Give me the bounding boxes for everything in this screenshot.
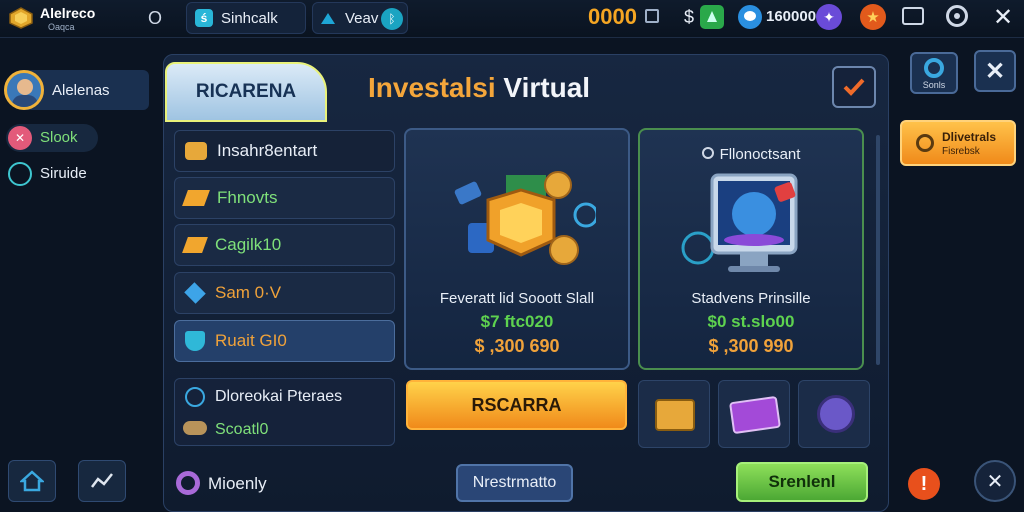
mode-icon bbox=[176, 471, 200, 495]
item-ticket-button[interactable] bbox=[718, 380, 790, 448]
ring-icon bbox=[924, 58, 944, 78]
ticket-icon bbox=[729, 395, 781, 435]
orb-icon bbox=[817, 395, 855, 433]
list-item-1[interactable]: Insahr8entart bbox=[174, 130, 395, 172]
chart-button[interactable] bbox=[78, 460, 126, 502]
right-button-1[interactable]: Sonls bbox=[910, 52, 958, 94]
list-bottom-1[interactable]: Dloreokai Pteraes bbox=[215, 388, 342, 406]
tab-sinhcalk[interactable]: ś Sinhcalk bbox=[186, 2, 306, 34]
alert-button[interactable]: ! bbox=[908, 468, 940, 500]
gold-bar-icon bbox=[182, 190, 210, 206]
chest-icon bbox=[655, 399, 695, 431]
shop-icon[interactable] bbox=[645, 9, 659, 23]
list-bottom-2[interactable]: Scoatl0 bbox=[215, 421, 268, 439]
list-item-2-label: Fhnovts bbox=[217, 188, 278, 207]
search-icon bbox=[701, 147, 714, 159]
investment-card-1[interactable]: Feveratt lid Sooott Slall $7 ftc020 $ ,3… bbox=[404, 128, 630, 370]
card-2-header: Fllonoctsant bbox=[640, 146, 862, 163]
card-2-green-price: $0 st.slo00 bbox=[707, 312, 795, 331]
chat-icon[interactable] bbox=[738, 5, 762, 29]
sidebar-user[interactable]: Alelenas bbox=[4, 70, 149, 110]
tab-ricarena-label: RICARENA bbox=[195, 81, 297, 102]
panel-title-part2: Virtual bbox=[503, 72, 591, 103]
gem-icon: ✦ bbox=[816, 4, 842, 30]
panel-title-part1: Investalsi bbox=[368, 72, 496, 103]
currency-value: 0000 bbox=[588, 4, 637, 29]
monitor-icon bbox=[678, 170, 828, 285]
orange-promo-title: Dlivetrals bbox=[942, 130, 997, 144]
sidebar-item-siruide[interactable]: Siruide bbox=[6, 160, 116, 188]
sidebar-item-siruide-label: Siruide bbox=[40, 165, 87, 182]
sidebar-user-name: Alelenas bbox=[52, 82, 110, 99]
list-item-5-label: Ruait GI0 bbox=[215, 331, 287, 350]
right-close-button[interactable]: ✕ bbox=[974, 50, 1016, 92]
profile-subtitle: Oaqca bbox=[48, 22, 75, 32]
top-left-circle-glyph[interactable]: O bbox=[148, 8, 162, 29]
tab-veav-label: Veav bbox=[345, 10, 379, 27]
bottom-left-mode-label: Mioenly bbox=[208, 474, 267, 493]
window-icon[interactable] bbox=[902, 7, 924, 25]
gold-diamond-icon bbox=[182, 237, 208, 253]
card-2-title: Stadvens Prinsille bbox=[691, 290, 811, 307]
gold-chest-icon bbox=[446, 155, 599, 285]
list-bottom-box: Dloreokai Pteraes Scoatl0 bbox=[174, 378, 395, 446]
tab-sinhcalk-label: Sinhcalk bbox=[221, 10, 278, 27]
close-icon[interactable]: ✕ bbox=[990, 4, 1016, 31]
coin-stack-icon bbox=[183, 421, 207, 435]
gold-cube-icon bbox=[185, 142, 207, 160]
list-item-4-label: Sam 0·V bbox=[215, 283, 282, 302]
profile-coin-icon bbox=[8, 6, 34, 30]
avatar bbox=[4, 70, 44, 110]
card-1-green-price: $7 ftc020 bbox=[480, 312, 554, 331]
bottom-left-mode[interactable]: Mioenly bbox=[176, 470, 296, 496]
right-button-1-label: Sonls bbox=[922, 80, 946, 90]
star-badge-icon[interactable]: ★ bbox=[860, 4, 886, 30]
confirm-check-button[interactable] bbox=[832, 66, 876, 108]
currency2-symbol: $ bbox=[684, 7, 695, 27]
blue-cube-icon bbox=[184, 282, 206, 304]
panel-title: Investalsi Virtual bbox=[368, 72, 590, 104]
green-button-label: Srenlenl bbox=[768, 472, 836, 491]
compass-icon bbox=[8, 162, 32, 186]
investment-card-2[interactable]: Fllonoctsant Stadvens Prinsille $0 st.sl… bbox=[638, 128, 864, 370]
list-item-3-label: Cagilk10 bbox=[215, 235, 282, 254]
list-item-4[interactable]: Sam 0·V bbox=[174, 272, 395, 314]
item-orb-button[interactable] bbox=[798, 380, 870, 448]
card-2-orange-price: $ ,300 990 bbox=[708, 336, 794, 356]
list-item-2[interactable]: Fhnovts bbox=[174, 177, 395, 219]
tab-sinhcalk-icon: ś bbox=[195, 9, 213, 27]
sidebar-item-slook-label: Slook bbox=[40, 129, 78, 146]
tools-button[interactable]: ✕ bbox=[974, 460, 1016, 502]
gems-value: 160000 bbox=[766, 8, 817, 25]
card-1-title: Feveratt lid Sooott Slall bbox=[439, 290, 595, 307]
clock-icon bbox=[185, 387, 205, 407]
orange-promo-sub: Fisrebsk bbox=[942, 146, 980, 157]
main-action-button[interactable]: RSCARRA bbox=[406, 380, 627, 430]
rocket-icon[interactable] bbox=[700, 5, 724, 29]
main-action-label: RSCARRA bbox=[471, 394, 562, 415]
orange-promo-button[interactable]: Dlivetrals Fisrebsk bbox=[900, 120, 1016, 166]
home-button[interactable] bbox=[8, 460, 56, 502]
list-item-3[interactable]: Cagilk10 bbox=[174, 224, 395, 266]
card-2-header-label: Fllonoctsant bbox=[719, 146, 801, 163]
stock-icon: ✕ bbox=[8, 126, 32, 150]
card-1-orange-price: $ ,300 690 bbox=[474, 336, 560, 356]
tab-veav-icon bbox=[319, 10, 337, 28]
profile-name[interactable]: Alelreco bbox=[40, 5, 95, 21]
sidebar-item-slook[interactable]: ✕ Slook bbox=[6, 124, 98, 152]
mid-button-label: Nrestrmatto bbox=[472, 474, 557, 491]
shield-icon bbox=[185, 331, 205, 351]
settings-icon[interactable] bbox=[946, 5, 968, 27]
mid-button[interactable]: Nrestrmatto bbox=[456, 464, 573, 502]
panel-scrollbar[interactable] bbox=[876, 135, 880, 365]
list-item-5[interactable]: Ruait GI0 bbox=[174, 320, 395, 362]
item-chest-button[interactable] bbox=[638, 380, 710, 448]
top-bar: Alelreco Oaqca O ś Sinhcalk Veav ᛒ 0000 … bbox=[0, 0, 1024, 38]
bluetooth-icon: ᛒ bbox=[381, 8, 403, 30]
tab-ricarena[interactable]: RICARENA bbox=[165, 62, 327, 122]
list-item-1-label: Insahr8entart bbox=[217, 141, 318, 160]
key-icon bbox=[916, 134, 934, 152]
tab-veav[interactable]: Veav ᛒ bbox=[312, 2, 408, 34]
green-button[interactable]: Srenlenl bbox=[736, 462, 868, 502]
